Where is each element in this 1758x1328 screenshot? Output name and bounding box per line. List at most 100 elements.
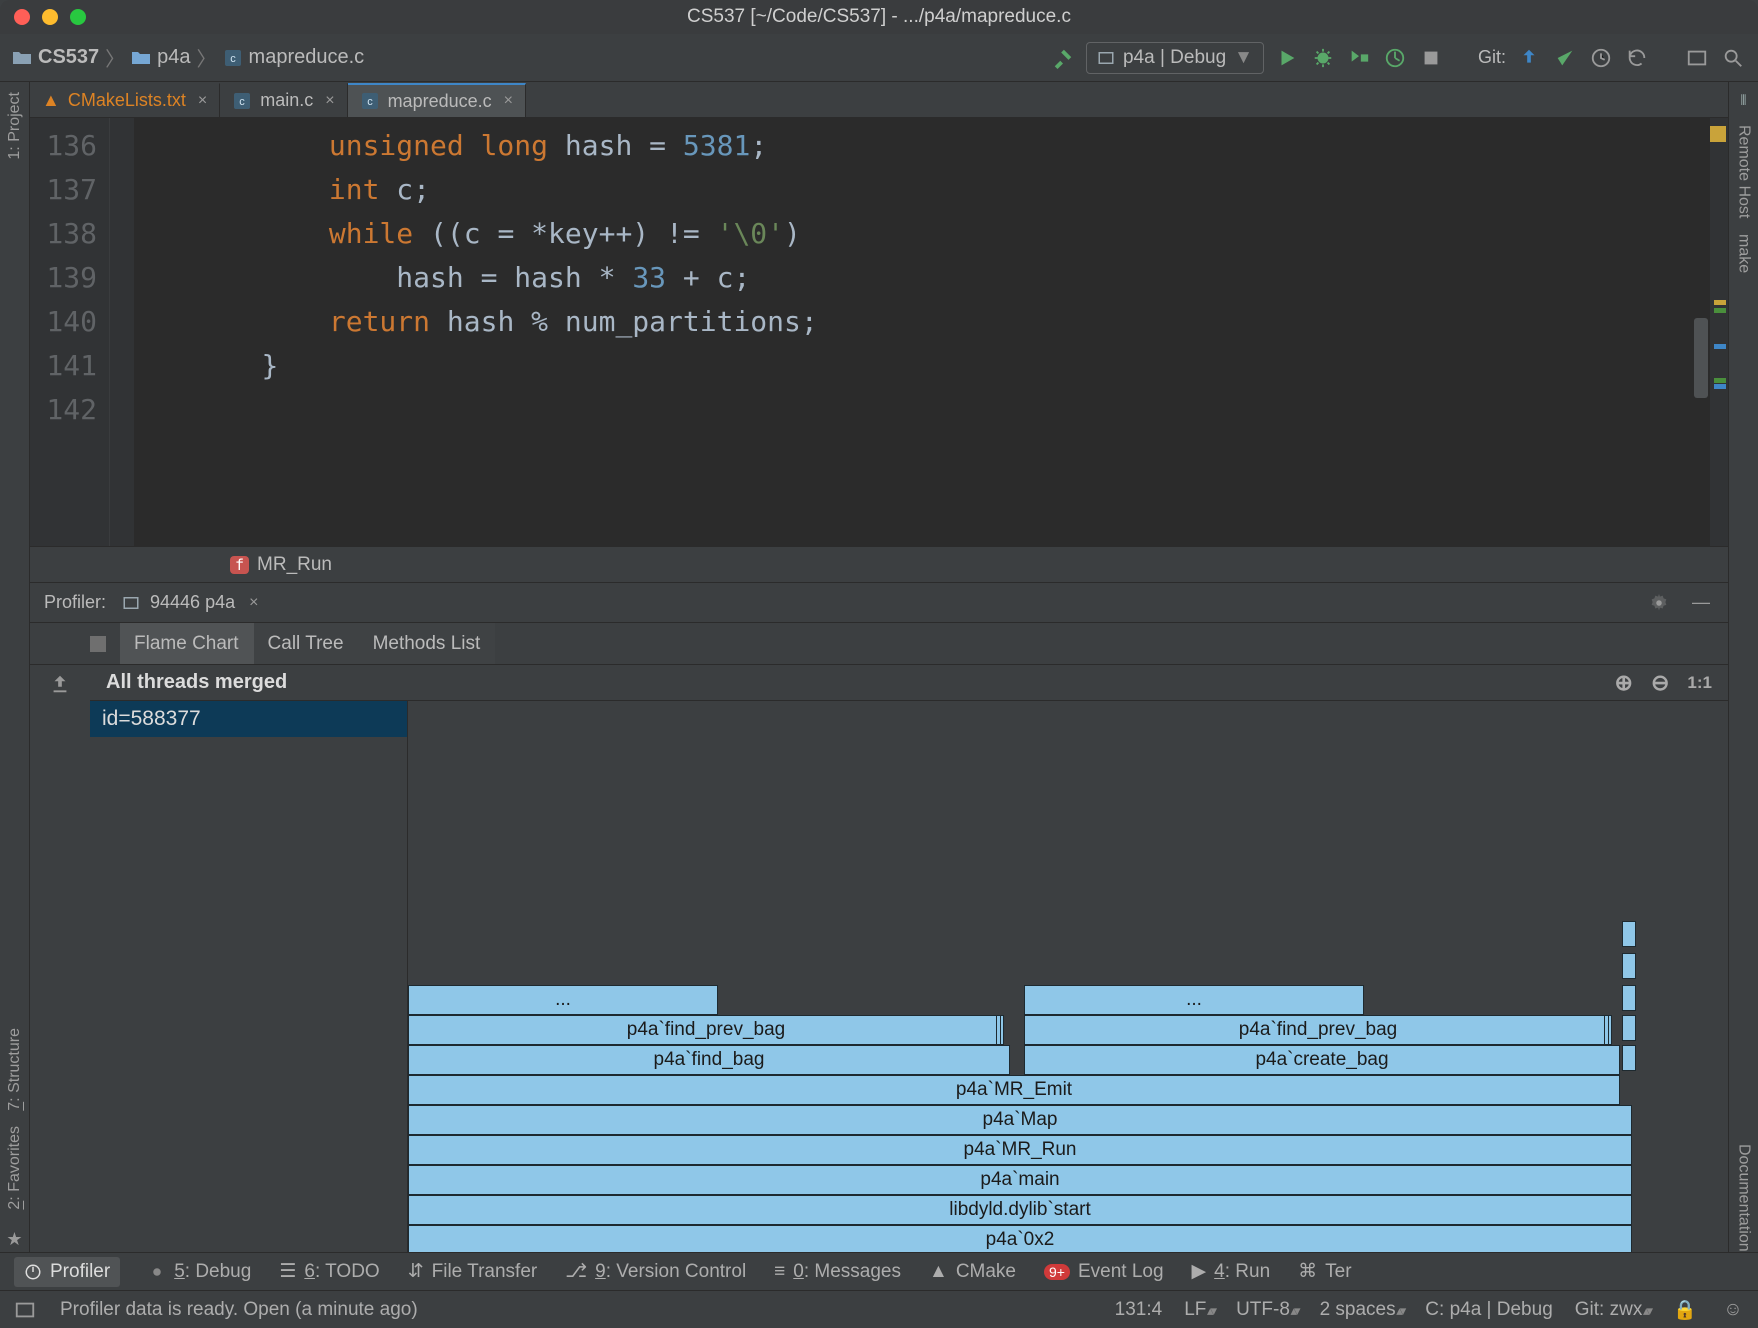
tool-version-control[interactable]: ⎇9: Version Control <box>565 1260 746 1283</box>
tool-event-log[interactable]: 9+Event Log <box>1044 1261 1164 1283</box>
flame-frame[interactable]: p4a`find_bag <box>408 1045 1010 1075</box>
flame-frame[interactable]: p4a`find_prev_bag <box>408 1015 1004 1045</box>
gear-icon[interactable] <box>1646 590 1672 616</box>
zoom-window-button[interactable] <box>70 9 86 25</box>
threads-merged-label[interactable]: All threads merged <box>106 671 287 694</box>
run-icon[interactable] <box>1274 45 1300 71</box>
close-icon[interactable]: × <box>245 594 258 612</box>
code-content[interactable]: unsigned long hash = 5381; int c; while … <box>134 118 818 546</box>
function-name[interactable]: MR_Run <box>257 554 332 576</box>
ide-settings-icon[interactable] <box>1684 45 1710 71</box>
stop-icon[interactable] <box>1418 45 1444 71</box>
crumb-file[interactable]: mapreduce.c <box>249 46 365 69</box>
profiler-session-tab[interactable]: 94446 p4a × <box>122 592 258 613</box>
flame-frame[interactable]: p4a`main <box>408 1165 1632 1195</box>
flame-frame[interactable] <box>1622 921 1636 947</box>
flame-frame[interactable]: p4a`find_prev_bag <box>1024 1015 1612 1045</box>
zoom-reset-icon[interactable]: 1:1 <box>1687 673 1712 693</box>
indent[interactable]: 2 spaces <box>1320 1299 1404 1321</box>
caret-position[interactable]: 131:4 <box>1115 1299 1163 1321</box>
tool-documentation[interactable]: Documentation <box>1735 1144 1753 1252</box>
editor-tabs: ▲ CMakeLists.txt × c main.c × c mapreduc… <box>30 82 1728 118</box>
tab-methods-list[interactable]: Methods List <box>359 623 496 664</box>
line-separator[interactable]: LF <box>1184 1299 1214 1321</box>
profile-icon[interactable] <box>1382 45 1408 71</box>
profiler-view-tabs: Flame Chart Call Tree Methods List <box>30 622 1728 664</box>
svg-text:c: c <box>230 53 236 65</box>
zoom-in-icon[interactable]: ⊕ <box>1615 670 1633 696</box>
error-stripe[interactable] <box>1710 118 1728 546</box>
tool-terminal[interactable]: ⌘Ter <box>1298 1260 1351 1283</box>
crumb-project[interactable]: CS537 <box>38 46 99 69</box>
tool-favorites[interactable]: 2: Favorites <box>6 1126 24 1210</box>
flame-frame[interactable] <box>1622 953 1636 979</box>
bottom-tool-bar: Profiler 5: Debug ☰6: TODO ⇵File Transfe… <box>0 1252 1758 1290</box>
zoom-out-icon[interactable]: ⊖ <box>1651 670 1669 696</box>
thread-list[interactable]: id=588377 <box>90 701 408 1252</box>
tool-file-transfer[interactable]: ⇵File Transfer <box>408 1260 538 1283</box>
flame-canvas[interactable]: p4a`0x2libdyld.dylib`startp4a`mainp4a`MR… <box>408 701 1728 1252</box>
window-titlebar: CS537 [~/Code/CS537] - .../p4a/mapreduce… <box>0 0 1758 34</box>
file-tab-cmakelists[interactable]: ▲ CMakeLists.txt × <box>30 83 220 117</box>
code-editor[interactable]: 136137138139140141142 unsigned long hash… <box>30 118 1728 546</box>
flame-frame[interactable]: p4a`Map <box>408 1105 1632 1135</box>
tool-debug[interactable]: 5: Debug <box>148 1261 251 1283</box>
git-history-icon[interactable] <box>1588 45 1614 71</box>
git-commit-icon[interactable] <box>1552 45 1578 71</box>
export-icon[interactable] <box>47 671 73 697</box>
git-label: Git: <box>1478 47 1506 68</box>
flame-frame[interactable]: ... <box>408 985 718 1015</box>
flame-frame[interactable]: p4a`MR_Run <box>408 1135 1632 1165</box>
run-config-selector[interactable]: p4a | Debug ▼ <box>1086 42 1264 74</box>
thread-item[interactable]: id=588377 <box>90 701 407 737</box>
git-rollback-icon[interactable] <box>1624 45 1650 71</box>
file-tab-main-c[interactable]: c main.c × <box>220 83 347 117</box>
tool-project[interactable]: 1: Project <box>6 92 24 160</box>
encoding[interactable]: UTF-8 <box>1236 1299 1298 1321</box>
close-icon[interactable]: × <box>194 92 207 110</box>
coverage-icon[interactable] <box>1346 45 1372 71</box>
crumb-folder[interactable]: p4a <box>157 46 190 69</box>
status-message[interactable]: Profiler data is ready. Open (a minute a… <box>60 1299 418 1321</box>
editor-scrollbar[interactable] <box>1694 118 1708 546</box>
left-tool-stripe: 1: Project 7: Structure 2: Favorites ★ <box>0 82 30 1252</box>
close-icon[interactable]: × <box>500 92 513 110</box>
tool-structure[interactable]: 7: Structure <box>6 1028 24 1111</box>
hammer-build-icon[interactable] <box>1050 45 1076 71</box>
flame-frame[interactable]: p4a`MR_Emit <box>408 1075 1620 1105</box>
context[interactable]: C: p4a | Debug <box>1425 1299 1552 1321</box>
file-tab-label: main.c <box>260 90 313 111</box>
minimize-window-button[interactable] <box>42 9 58 25</box>
search-everywhere-icon[interactable] <box>1720 45 1746 71</box>
hide-panel-icon[interactable]: — <box>1688 590 1714 616</box>
tab-flame-chart[interactable]: Flame Chart <box>120 623 254 664</box>
profiler-label: Profiler: <box>44 592 106 613</box>
flame-frame[interactable]: ... <box>1024 985 1364 1015</box>
flame-frame[interactable] <box>1622 1045 1636 1071</box>
tool-remote-host[interactable]: Remote Host <box>1735 125 1753 218</box>
tool-cmake[interactable]: ▲CMake <box>929 1261 1016 1283</box>
tool-messages[interactable]: ≡0: Messages <box>774 1261 901 1283</box>
tab-call-tree[interactable]: Call Tree <box>254 623 359 664</box>
git-branch[interactable]: Git: zwx <box>1575 1299 1650 1321</box>
star-icon: ★ <box>2 1226 28 1252</box>
tool-todo[interactable]: ☰6: TODO <box>279 1260 379 1283</box>
debug-bug-icon[interactable] <box>1310 45 1336 71</box>
file-tab-mapreduce-c[interactable]: c mapreduce.c × <box>348 83 526 117</box>
lock-icon[interactable]: 🔒 <box>1672 1297 1698 1323</box>
git-update-icon[interactable] <box>1516 45 1542 71</box>
stop-profiling-button[interactable] <box>90 636 106 652</box>
tool-run[interactable]: ▶4: Run <box>1192 1260 1271 1283</box>
toolwindow-toggle-icon[interactable] <box>12 1297 38 1323</box>
svg-text:c: c <box>239 96 245 108</box>
flame-frame[interactable]: p4a`create_bag <box>1024 1045 1620 1075</box>
flame-frame[interactable] <box>1622 985 1636 1011</box>
tool-make[interactable]: make <box>1735 234 1753 273</box>
inspector-icon[interactable]: ☺ <box>1720 1297 1746 1323</box>
close-window-button[interactable] <box>14 9 30 25</box>
flame-frame[interactable] <box>1622 1015 1636 1041</box>
tool-profiler[interactable]: Profiler <box>14 1257 120 1287</box>
flame-frame[interactable]: libdyld.dylib`start <box>408 1195 1632 1225</box>
close-icon[interactable]: × <box>321 92 334 110</box>
flame-frame[interactable]: p4a`0x2 <box>408 1225 1632 1252</box>
